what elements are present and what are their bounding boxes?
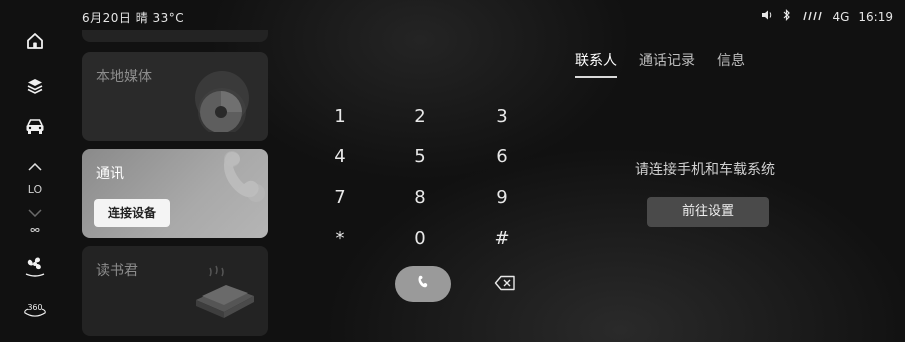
- dial-key-3[interactable]: 3: [482, 105, 522, 129]
- dial-key-8[interactable]: 8: [400, 186, 440, 210]
- card-local-media[interactable]: 本地媒体: [82, 52, 268, 141]
- card-local-media-title: 本地媒体: [96, 69, 152, 85]
- dial-key-0[interactable]: 0: [400, 227, 440, 251]
- tab-contacts[interactable]: 联系人: [575, 50, 617, 78]
- volume-icon: [761, 9, 773, 24]
- dial-key-4[interactable]: 4: [320, 145, 360, 169]
- network-type: 4G: [832, 9, 850, 24]
- fan-icon[interactable]: [22, 253, 48, 279]
- dial-key-hash[interactable]: #: [482, 227, 522, 251]
- layers-icon[interactable]: [22, 75, 48, 97]
- bluetooth-icon: [782, 9, 792, 24]
- car-icon[interactable]: [22, 115, 48, 137]
- home-icon[interactable]: [22, 30, 48, 52]
- backspace-button[interactable]: [490, 274, 520, 296]
- dial-key-star[interactable]: *: [320, 227, 360, 251]
- temp-down-chevron-icon[interactable]: [22, 207, 48, 219]
- screen: 6月20日 晴 33°C 4G 16:19 LO 360 本地媒体 通讯 连接设…: [0, 0, 905, 342]
- dial-key-2[interactable]: 2: [400, 105, 440, 129]
- tab-call-log[interactable]: 通话记录: [639, 50, 695, 78]
- card-communication[interactable]: 通讯 连接设备: [82, 149, 268, 238]
- infinity-icon: [22, 224, 48, 236]
- tab-messages[interactable]: 信息: [717, 50, 745, 78]
- dial-key-7[interactable]: 7: [320, 186, 360, 210]
- signal-icon: [801, 10, 823, 24]
- dial-key-6[interactable]: 6: [482, 145, 522, 169]
- connect-device-button[interactable]: 连接设备: [94, 199, 170, 227]
- call-button[interactable]: [395, 266, 451, 302]
- sidebar: LO 360: [0, 0, 70, 342]
- backspace-icon: [494, 275, 516, 295]
- phone-handset-icon: [212, 149, 268, 223]
- phone-icon: [414, 273, 432, 295]
- card-top-partial: [82, 30, 268, 42]
- view-360-label: 360: [28, 303, 43, 312]
- connect-phone-prompt: 请连接手机和车载系统: [635, 162, 775, 178]
- go-to-settings-button[interactable]: 前往设置: [647, 197, 769, 227]
- status-date-weather: 6月20日 晴 33°C: [82, 11, 185, 25]
- temperature-mode: LO: [27, 183, 43, 196]
- dial-key-9[interactable]: 9: [482, 186, 522, 210]
- dial-key-5[interactable]: 5: [400, 145, 440, 169]
- contact-tabs: 联系人 通话记录 信息: [575, 50, 745, 78]
- book-icon: [192, 262, 258, 326]
- card-book-reader[interactable]: 读书君: [82, 246, 268, 336]
- clock: 16:19: [858, 9, 893, 24]
- vinyl-disc-icon: [194, 68, 258, 136]
- dial-key-1[interactable]: 1: [320, 105, 360, 129]
- card-communication-title: 通讯: [96, 166, 124, 182]
- status-bar-right: 4G 16:19: [761, 9, 893, 24]
- temp-up-chevron-icon[interactable]: [22, 160, 48, 174]
- view-360-button[interactable]: 360: [22, 297, 48, 323]
- card-book-reader-title: 读书君: [96, 263, 138, 279]
